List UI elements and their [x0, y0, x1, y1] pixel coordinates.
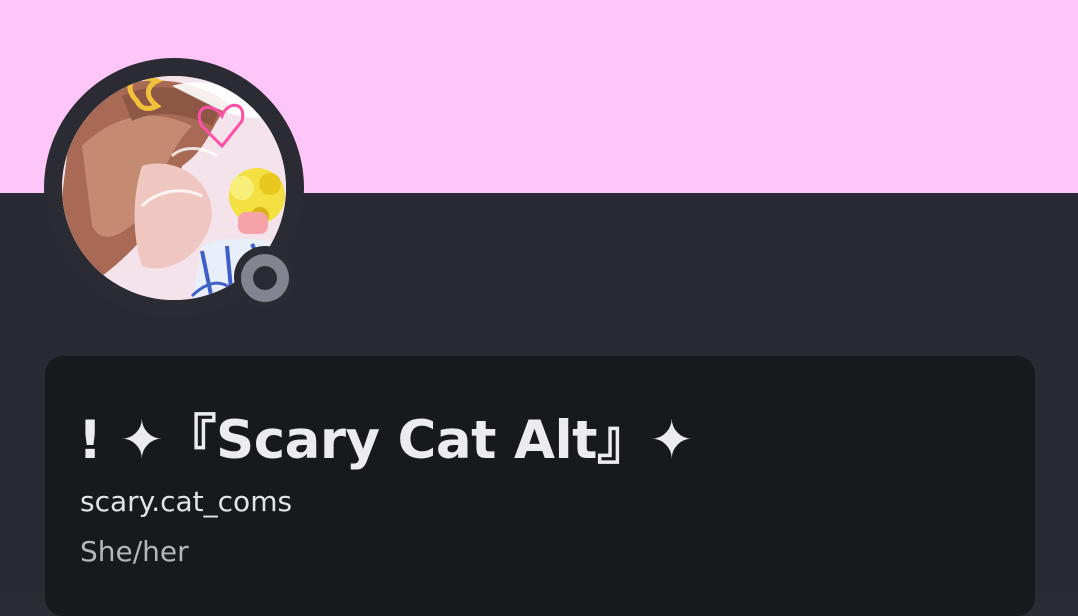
pronouns: She/her: [80, 535, 189, 568]
username: scary.cat_coms: [80, 485, 293, 518]
status-indicator-hole: [253, 266, 277, 290]
display-name: ! ✦『Scary Cat Alt』✦: [78, 410, 694, 471]
